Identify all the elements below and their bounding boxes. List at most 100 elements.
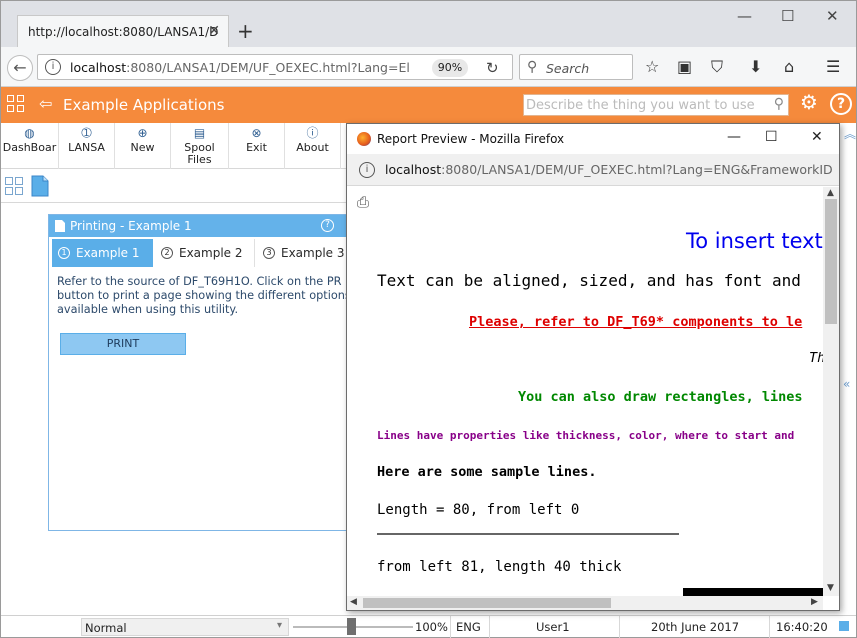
tab-label: Example 1: [76, 246, 140, 260]
popup-horizontal-scrollbar[interactable]: ◀ ▶: [347, 596, 823, 610]
downloads-icon[interactable]: ⬇: [749, 57, 762, 76]
scroll-down-icon[interactable]: ▼: [827, 583, 834, 593]
panel-description: Refer to the source of DF_T69H1O. Click …: [57, 275, 347, 317]
toolbar-dashboard-button[interactable]: ◍ DashBoar: [1, 123, 59, 169]
site-info-icon[interactable]: i: [359, 162, 375, 178]
tab-example-1[interactable]: 1 Example 1: [52, 239, 153, 267]
reading-list-icon[interactable]: ▣: [677, 57, 692, 76]
report-content: ⎙ To insert text Text can be aligned, si…: [347, 187, 823, 596]
panel-title: Printing - Example 1: [70, 219, 192, 233]
tab-label: Example 3: [281, 246, 345, 260]
popup-url-bar[interactable]: i localhost:8080/LANSA1/DEM/UF_OEXEC.htm…: [347, 154, 839, 186]
tab-number: 2: [161, 247, 173, 259]
search-icon: ⚲: [773, 96, 784, 112]
site-info-icon[interactable]: i: [45, 59, 61, 75]
toolbar-about-button[interactable]: ⓘ About: [285, 123, 341, 169]
zoom-value: 100%: [415, 620, 448, 634]
firefox-logo-icon: [357, 132, 371, 146]
back-button[interactable]: ←: [7, 55, 33, 81]
browser-tab[interactable]: http://localhost:8080/LANSA1/D ✕: [17, 15, 229, 47]
search-input[interactable]: ⚲ Search: [519, 54, 633, 80]
report-line: Lines have properties like thickness, co…: [377, 429, 795, 442]
close-window-button[interactable]: ✕: [826, 7, 839, 25]
menu-icon[interactable]: ☰: [826, 57, 840, 76]
sample-line-2: [683, 588, 823, 596]
app-search-input[interactable]: Describe the thing you want to use ⚲: [523, 94, 789, 116]
panel-help-icon[interactable]: ?: [321, 219, 334, 232]
scroll-left-icon[interactable]: ◀: [350, 597, 357, 607]
popup-title: Report Preview - Mozilla Firefox: [377, 132, 565, 146]
globe-icon: ◍: [24, 126, 35, 140]
tab-example-2[interactable]: 2 Example 2: [155, 239, 255, 267]
scroll-up-icon[interactable]: ▲: [827, 188, 834, 198]
panel-header: Printing - Example 1 ?: [49, 215, 347, 237]
app-title: Example Applications: [63, 96, 225, 114]
url-bar[interactable]: i localhost:8080/LANSA1/DEM/UF_OEXEC.htm…: [37, 54, 513, 80]
tab-title: http://localhost:8080/LANSA1/D: [28, 25, 219, 39]
expand-left-icon[interactable]: «: [843, 377, 850, 391]
status-indicator: [839, 621, 849, 631]
report-line: Please, refer to DF_T69* components to l…: [469, 314, 803, 330]
tile-view-icon[interactable]: [5, 177, 23, 195]
about-icon: ⓘ: [306, 126, 319, 140]
description-line: available when using this utility.: [57, 303, 239, 316]
zoom-slider-handle[interactable]: [347, 618, 356, 635]
navigation-bar: ← i localhost:8080/LANSA1/DEM/UF_OEXEC.h…: [1, 47, 856, 87]
date-value: 20th June 2017: [651, 620, 740, 634]
sample-line-1: [377, 533, 679, 535]
toolbar-exit-button[interactable]: ⊗ Exit: [229, 123, 285, 169]
description-line: Refer to the source of DF_T69H1O. Click …: [57, 275, 342, 288]
printer-icon[interactable]: ⎙: [357, 193, 369, 211]
new-tab-button[interactable]: +: [237, 21, 254, 41]
document-view-icon[interactable]: [31, 175, 49, 197]
url-text: localhost:8080/LANSA1/DEM/UF_OEXEC.html?…: [70, 60, 410, 75]
toolbar-label: Spool Files: [184, 141, 215, 166]
reload-icon[interactable]: ↻: [486, 59, 499, 77]
document-icon: ▤: [193, 126, 206, 140]
close-tab-icon[interactable]: ✕: [208, 23, 220, 39]
maximize-button[interactable]: ☐: [781, 7, 794, 25]
scroll-thumb[interactable]: [363, 598, 611, 608]
language-value: ENG: [456, 620, 481, 634]
app-grid-icon[interactable]: [7, 95, 25, 113]
tab-label: Example 2: [179, 246, 243, 260]
user-value: User1: [536, 620, 570, 634]
popup-close-button[interactable]: ✕: [811, 129, 823, 145]
chevron-down-icon: ▾: [276, 620, 282, 631]
toolbar-new-button[interactable]: ⊕ New: [115, 123, 171, 169]
help-icon[interactable]: ?: [830, 93, 852, 115]
mode-value: Normal: [85, 621, 127, 635]
zoom-indicator[interactable]: 90%: [432, 59, 468, 77]
popup-title-bar: Report Preview - Mozilla Firefox — ☐ ✕: [347, 124, 839, 154]
pocket-icon[interactable]: ⛉: [711, 57, 723, 77]
report-line: Here are some sample lines.: [377, 464, 597, 480]
report-line: You can also draw rectangles, lines: [518, 389, 803, 405]
time-value: 16:40:20: [776, 620, 828, 634]
minimize-button[interactable]: —: [737, 7, 752, 25]
toolbar-label: About: [296, 141, 329, 154]
toolbar-spool-files-button[interactable]: ▤ Spool Files: [171, 123, 229, 169]
toolbar-label: LANSA: [68, 141, 105, 154]
popup-maximize-button[interactable]: ☐: [765, 129, 778, 145]
scroll-thumb[interactable]: [825, 199, 837, 324]
popup-vertical-scrollbar[interactable]: ▲ ▼: [823, 187, 839, 596]
scroll-right-icon[interactable]: ▶: [811, 597, 818, 607]
close-circle-icon: ⊗: [251, 126, 262, 140]
popup-url-text: localhost:8080/LANSA1/DEM/UF_OEXEC.html?…: [385, 162, 833, 177]
report-line: Th: [809, 350, 823, 366]
app-header: ⇦ Example Applications Describe the thin…: [1, 87, 856, 123]
report-line: Text can be aligned, sized, and has font…: [377, 271, 801, 290]
back-arrow-icon[interactable]: ⇦: [39, 94, 52, 113]
home-icon[interactable]: ⌂: [784, 57, 794, 76]
collapse-up-icon[interactable]: ︽: [844, 125, 856, 142]
tab-example-3[interactable]: 3 Example 3: [257, 239, 349, 267]
plus-circle-icon: ⊕: [137, 126, 148, 140]
settings-icon[interactable]: ⚙: [798, 92, 820, 115]
toolbar-lansa-button[interactable]: ➀ LANSA: [59, 123, 115, 169]
print-button[interactable]: PRINT: [60, 333, 186, 355]
popup-minimize-button[interactable]: —: [727, 129, 741, 145]
bookmark-star-icon[interactable]: ☆: [645, 57, 659, 76]
mode-select[interactable]: Normal ▾: [81, 618, 289, 636]
app-search-placeholder: Describe the thing you want to use: [526, 98, 755, 113]
toolbar-label: DashBoar: [2, 141, 57, 154]
